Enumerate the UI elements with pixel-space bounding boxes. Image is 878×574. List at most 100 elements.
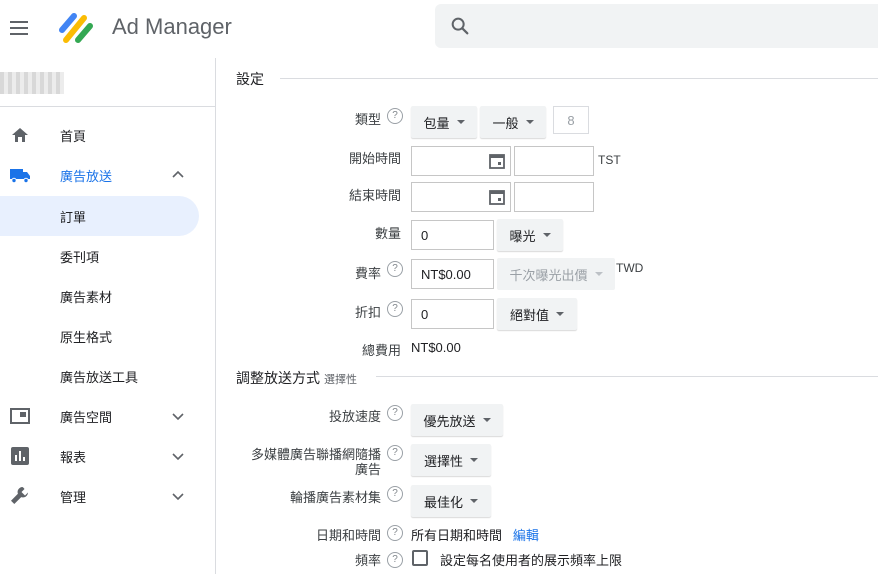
total-cost-label: 總費用 [361,343,401,358]
section-title-settings: 設定 [236,71,264,87]
chevron-down-icon[interactable] [170,488,186,504]
sidebar-item-reports[interactable]: 報表 [0,436,215,476]
buy-type-dropdown[interactable]: 包量 [411,106,477,138]
wrench-icon [11,487,28,504]
frequency-cap-checkbox[interactable] [412,550,428,566]
sidebar-item-admin[interactable]: 管理 [0,476,215,516]
search-icon[interactable] [449,15,471,37]
ad-manager-logo [59,13,93,43]
caret-down-icon [470,458,478,462]
chevron-down-icon[interactable] [170,408,186,424]
help-icon[interactable]: ? [387,525,403,541]
menu-icon[interactable] [8,16,32,40]
rich-media-dropdown[interactable]: 選擇性 [411,444,491,476]
sidebar-item-delivery[interactable]: 廣告放送 [0,155,215,195]
sidebar-item-label: 廣告放送工具 [60,369,139,385]
sidebar-item-delivery-tools[interactable]: 廣告放送工具 [0,356,215,396]
caret-down-icon [594,272,603,276]
discount-type-value: 絕對值 [509,307,549,323]
caret-down-icon [525,120,534,124]
priority-type-value: 一般 [492,115,519,131]
caret-down-icon [456,120,465,124]
caret-down-icon [556,312,564,316]
calendar-icon[interactable] [488,188,506,206]
priority-value-field: 8 [553,106,589,134]
creative-rotation-value: 最佳化 [423,494,463,510]
pacing-dropdown[interactable]: 優先放送 [411,404,503,436]
sidebar-item-label: 訂單 [60,209,87,225]
end-date-field[interactable] [411,182,511,212]
help-icon[interactable]: ? [387,261,403,277]
divider [280,78,878,79]
caret-down-icon [542,233,551,237]
pacing-value: 優先放送 [423,413,476,429]
rate-label: 費率 [354,266,381,281]
sidebar-item-label: 報表 [60,449,87,465]
help-icon[interactable]: ? [387,108,403,124]
rich-media-label-line1: 多媒體廣告聯播網隨播 [250,447,381,462]
quantity-label: 數量 [374,226,401,241]
sidebar-item-orders[interactable]: 訂單 [0,196,199,236]
sidebar-item-native[interactable]: 原生格式 [0,316,215,356]
rate-field[interactable]: NT$0.00 [411,259,494,289]
quantity-unit-value: 曝光 [509,228,536,244]
account-name-redacted[interactable] [0,72,64,94]
start-date-field[interactable] [411,146,511,176]
edit-dayparting-link[interactable]: 編輯 [513,528,539,543]
divider [0,106,215,107]
rich-media-value: 選擇性 [423,453,463,469]
calendar-icon[interactable] [488,152,506,170]
timezone-label: TST [598,153,621,167]
help-icon[interactable]: ? [387,486,403,502]
sidebar-item-label: 廣告空間 [60,409,113,425]
sidebar-item-home[interactable]: 首頁 [0,115,215,155]
frequency-cap-label: 設定每名使用者的展示頻率上限 [440,553,623,568]
dayparting-text: 所有日期和時間 [411,528,503,543]
home-icon [12,128,28,142]
truck-icon [10,169,30,184]
dayparting-value: 所有日期和時間 編輯 [411,525,539,544]
sidebar-item-inventory[interactable]: 廣告空間 [0,396,215,436]
priority-type-dropdown[interactable]: 一般 [480,106,546,138]
sidebar-item-line-items[interactable]: 委刊項 [0,236,215,276]
sidebar-item-label: 首頁 [60,128,87,144]
help-icon[interactable]: ? [387,552,403,568]
help-icon[interactable]: ? [387,445,403,461]
quantity-field[interactable]: 0 [411,220,494,250]
search-input[interactable] [435,4,878,48]
help-icon[interactable]: ? [387,405,403,421]
buy-type-value: 包量 [423,115,450,131]
start-time-field[interactable] [514,146,594,176]
bar-chart-icon [11,447,29,465]
rate-model-value: 千次曝光出價 [509,267,588,283]
start-time-label: 開始時間 [348,151,401,166]
discount-type-dropdown[interactable]: 絕對值 [497,298,577,330]
sidebar-item-label: 廣告放送 [60,168,113,184]
quantity-unit-dropdown[interactable]: 曝光 [497,219,563,251]
help-icon[interactable]: ? [387,301,403,317]
chevron-up-icon[interactable] [170,167,186,183]
pacing-label: 投放速度 [328,409,381,424]
chevron-down-icon[interactable] [170,448,186,464]
discount-field[interactable]: 0 [411,299,494,329]
order-settings-form: 設定 類型 ? 包量 一般 8 開始時間 TST 結束時間 數量 0 曝光 費率… [216,58,878,574]
caret-down-icon [470,499,478,503]
section-title-delivery: 調整放送方式 選擇性 [236,368,357,388]
creative-rotation-dropdown[interactable]: 最佳化 [411,485,491,517]
currency-label: TWD [616,261,644,275]
end-time-label: 結束時間 [348,188,401,203]
dayparting-label: 日期和時間 [315,528,381,543]
caret-down-icon [482,418,491,422]
rate-model-dropdown: 千次曝光出價 [497,258,615,290]
end-time-field[interactable] [514,182,594,212]
type-label: 類型 [354,112,381,127]
sidebar-item-label: 原生格式 [60,329,113,345]
creative-rotation-label: 輪播廣告素材集 [289,490,381,505]
sidebar-item-label: 委刊項 [60,249,100,265]
divider [376,376,878,377]
frequency-label: 頻率 [354,553,381,568]
discount-label: 折扣 [354,305,381,320]
sidebar-item-creatives[interactable]: 廣告素材 [0,276,215,316]
inventory-icon [10,408,30,424]
section-title-text: 調整放送方式 [236,370,320,386]
